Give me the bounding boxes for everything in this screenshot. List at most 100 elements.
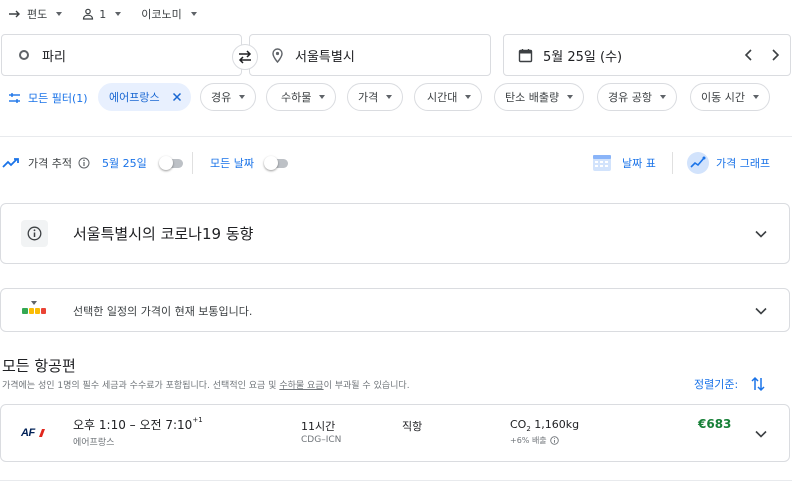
all-filters-label: 모든 필터(1) [28, 92, 88, 105]
flight-stops: 직항 [402, 420, 423, 433]
date-grid-icon [593, 155, 611, 171]
destination-value: 서울특별시 [295, 49, 355, 65]
price-insight-card[interactable]: 선택한 일정의 가격이 현재 보통입니다. [0, 288, 790, 332]
airline-name: 에어프랑스 [73, 438, 115, 448]
flight-time-range: 오후 1:10 – 오전 7:10 [73, 418, 193, 432]
co2-prefix: CO [510, 418, 527, 431]
sort-icon [751, 376, 765, 392]
info-icon [27, 226, 42, 241]
location-pin-icon [272, 47, 283, 63]
passenger-count: 1 [99, 7, 107, 21]
track-date-toggle[interactable] [158, 156, 185, 170]
divider [0, 136, 792, 137]
chip-duration[interactable]: 이동 시간 [690, 83, 770, 111]
airline-logo-text: AF [21, 427, 35, 439]
swap-button[interactable] [232, 44, 258, 70]
chip-label: 수하물 [281, 91, 312, 104]
caret-down-icon [190, 12, 197, 16]
caret-down-icon [319, 95, 326, 99]
trip-options-bar: 편도 1 이코노미 [8, 6, 197, 22]
chip-label: 탄소 배출량 [505, 91, 560, 104]
note-suffix: 이 부과될 수 있습니다. [323, 381, 410, 391]
co2-emissions: CO2 1,160kg [510, 418, 579, 433]
date-value: 5월 25일 (수) [543, 49, 623, 65]
next-date-button[interactable] [770, 49, 780, 61]
flight-times: 오후 1:10 – 오전 7:10+1 [73, 416, 203, 433]
caret-down-icon [239, 95, 246, 99]
chip-connecting-airports[interactable]: 경유 공항 [597, 83, 677, 111]
flight-price: €683 [698, 417, 732, 431]
price-tracking: 가격 추적 5월 25일 [2, 154, 185, 172]
trend-icon [2, 158, 19, 168]
covid-card-title: 서울특별시의 코로나19 동향 [73, 225, 254, 243]
chip-label: 시간대 [427, 91, 458, 104]
caret-down-icon [567, 95, 574, 99]
trip-type-select[interactable]: 편도 [8, 6, 63, 22]
caret-down-icon [386, 95, 393, 99]
note-prefix: 가격에는 성인 1명의 필수 세금과 수수료가 포함됩니다. 선택적인 요금 및 [2, 381, 280, 391]
covid-info-card[interactable]: 서울특별시의 코로나19 동향 [0, 203, 790, 264]
all-filters-button[interactable]: 모든 필터(1) [8, 90, 88, 106]
date-field[interactable]: 5월 25일 (수) [503, 34, 791, 76]
cabin-label: 이코노미 [141, 8, 182, 21]
chevron-down-icon[interactable] [755, 430, 767, 438]
baggage-fees-link[interactable]: 수하물 요금 [279, 381, 323, 391]
origin-circle-icon [19, 50, 29, 60]
date-grid-button[interactable]: 날짜 표 [592, 152, 656, 174]
track-all-dates: 모든 날짜 [210, 154, 290, 172]
destination-field[interactable]: 서울특별시 [249, 34, 491, 76]
date-grid-label: 날짜 표 [622, 157, 656, 170]
chip-times[interactable]: 시간대 [414, 83, 483, 111]
chevron-left-icon [744, 49, 752, 61]
chip-price[interactable]: 가격 [347, 83, 404, 111]
price-graph-button[interactable]: 가격 그래프 [686, 151, 770, 175]
chip-airline-selected[interactable]: 에어프랑스 [98, 83, 191, 111]
info-icon[interactable] [549, 436, 559, 445]
info-icon-box [21, 220, 48, 247]
flights-heading: 모든 항공편 [2, 357, 76, 375]
price-level-icon [22, 301, 46, 314]
flight-result-card[interactable]: AF 오후 1:10 – 오전 7:10+1 에어프랑스 11시간 CDG–IC… [0, 404, 790, 462]
air-france-stripe-icon [38, 429, 45, 437]
airline-logo: AF [21, 427, 46, 439]
tracking-date-label: 5월 25일 [101, 157, 147, 170]
chip-emissions[interactable]: 탄소 배출량 [494, 83, 585, 111]
cabin-select[interactable]: 이코노미 [141, 6, 197, 22]
close-icon[interactable] [172, 92, 182, 102]
chevron-down-icon[interactable] [755, 307, 767, 315]
track-all-dates-toggle[interactable] [263, 156, 290, 170]
swap-icon [238, 50, 252, 64]
person-icon [83, 8, 94, 20]
vertical-divider [672, 152, 673, 174]
caret-down-icon [659, 95, 666, 99]
chevron-right-icon [772, 49, 780, 61]
vertical-divider [192, 152, 193, 174]
emissions-diff: +6% 배출 [510, 435, 559, 446]
caret-down-icon [465, 95, 472, 99]
chip-label: 경유 [211, 91, 232, 104]
origin-field[interactable]: 파리 [1, 34, 242, 76]
flight-route: CDG–ICN [301, 435, 342, 445]
price-tracking-label: 가격 추적 [28, 157, 72, 170]
chevron-down-icon[interactable] [755, 230, 767, 238]
caret-down-icon [56, 12, 63, 16]
calendar-icon [518, 48, 533, 62]
caret-down-icon [752, 95, 759, 99]
origin-value: 파리 [42, 49, 66, 65]
chip-stops[interactable]: 경유 [200, 83, 257, 111]
info-icon[interactable] [78, 157, 90, 169]
flight-duration: 11시간 [301, 420, 336, 433]
chip-baggage[interactable]: 수하물 [266, 83, 337, 111]
chip-label: 이동 시간 [701, 91, 745, 104]
sort-label: 정렬기준: [694, 378, 739, 391]
chip-label: 경유 공항 [608, 91, 652, 104]
filter-sliders-icon [9, 93, 20, 103]
trip-type-label: 편도 [27, 8, 48, 21]
chip-airline-label: 에어프랑스 [109, 91, 160, 104]
prev-date-button[interactable] [744, 49, 754, 61]
caret-down-icon [115, 12, 122, 16]
passenger-select[interactable]: 1 [82, 7, 122, 21]
sort-button[interactable]: 정렬기준: [694, 376, 766, 392]
day-offset: +1 [192, 416, 203, 424]
co2-value: 1,160kg [530, 418, 580, 431]
